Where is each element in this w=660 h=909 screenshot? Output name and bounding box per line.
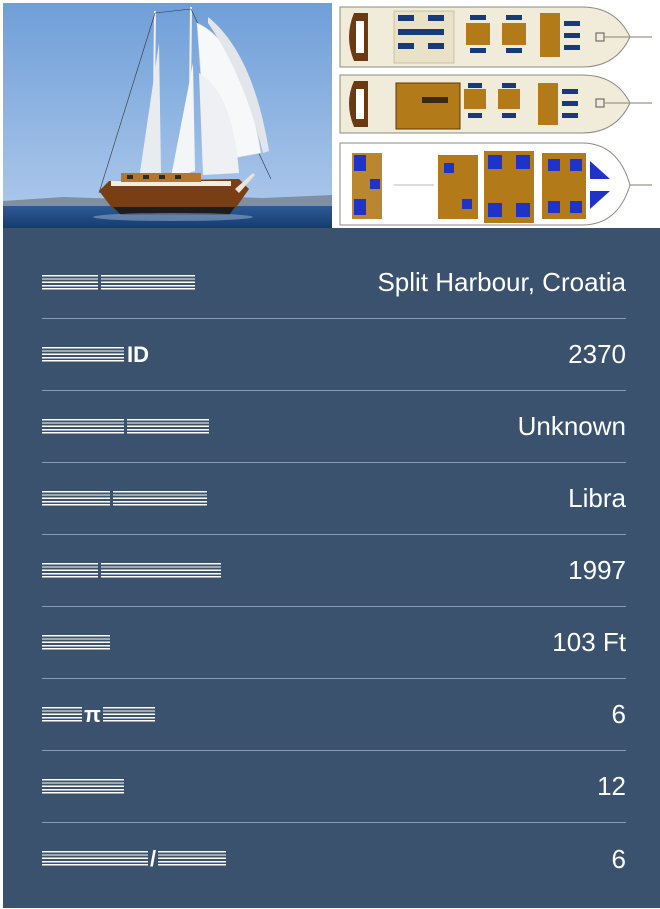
- redacted-text: [42, 851, 148, 867]
- spec-row: Unknown: [42, 391, 626, 463]
- spec-row: / 6: [42, 823, 626, 895]
- spec-label-redacted: [42, 778, 124, 795]
- spec-label-text: π: [84, 701, 101, 727]
- redacted-text: [101, 274, 195, 291]
- spec-value: Split Harbour, Croatia: [377, 267, 626, 297]
- spec-value: 2370: [568, 339, 626, 369]
- spec-row: Libra: [42, 463, 626, 535]
- spec-value: Libra: [568, 483, 626, 513]
- spec-row: ID 2370: [42, 319, 626, 391]
- redacted-text: [42, 634, 110, 651]
- spec-value: 6: [611, 699, 626, 729]
- spec-value: 103 Ft: [552, 627, 626, 657]
- redacted-text: [113, 490, 207, 507]
- spec-row: 103 Ft: [42, 607, 626, 679]
- deck-plan-drawing-icon: [334, 3, 660, 228]
- spec-label-text: /: [150, 846, 157, 871]
- redacted-text: [42, 490, 110, 507]
- spec-row: Split Harbour, Croatia: [42, 247, 626, 319]
- spec-label-redacted: [42, 490, 207, 507]
- spec-row: 1997: [42, 535, 626, 607]
- sailing-yacht-photo-icon: [3, 3, 332, 228]
- redacted-text: [42, 562, 98, 579]
- redacted-text: [42, 346, 124, 363]
- spec-row: π 6: [42, 679, 626, 751]
- redacted-text: [127, 418, 209, 435]
- spec-label-redacted: [42, 274, 195, 291]
- spec-label-redacted: [42, 634, 110, 651]
- yacht-specs-panel: Split Harbour, Croatia ID 2370 Unknown L…: [3, 228, 660, 908]
- spec-value: 1997: [568, 555, 626, 585]
- image-gallery: [3, 3, 660, 228]
- redacted-text: [101, 562, 221, 579]
- spec-label-redacted: /: [42, 846, 227, 872]
- redacted-text: [42, 274, 98, 291]
- deck-plans[interactable]: [334, 3, 660, 228]
- redacted-text: [158, 851, 227, 867]
- spec-value: 12: [597, 771, 626, 801]
- redacted-text: [42, 418, 124, 435]
- spec-label-text: ID: [127, 341, 149, 367]
- spec-value: Unknown: [517, 411, 626, 441]
- spec-label-redacted: [42, 562, 221, 579]
- spec-row: 12: [42, 751, 626, 823]
- spec-label-redacted: π: [42, 702, 155, 728]
- yacht-photo[interactable]: [3, 3, 332, 228]
- redacted-text: [42, 778, 124, 795]
- spec-value: 6: [611, 843, 626, 874]
- spec-label-redacted: ID: [42, 342, 149, 368]
- redacted-text: [102, 706, 155, 723]
- redacted-text: [42, 706, 82, 723]
- spec-label-redacted: [42, 418, 209, 435]
